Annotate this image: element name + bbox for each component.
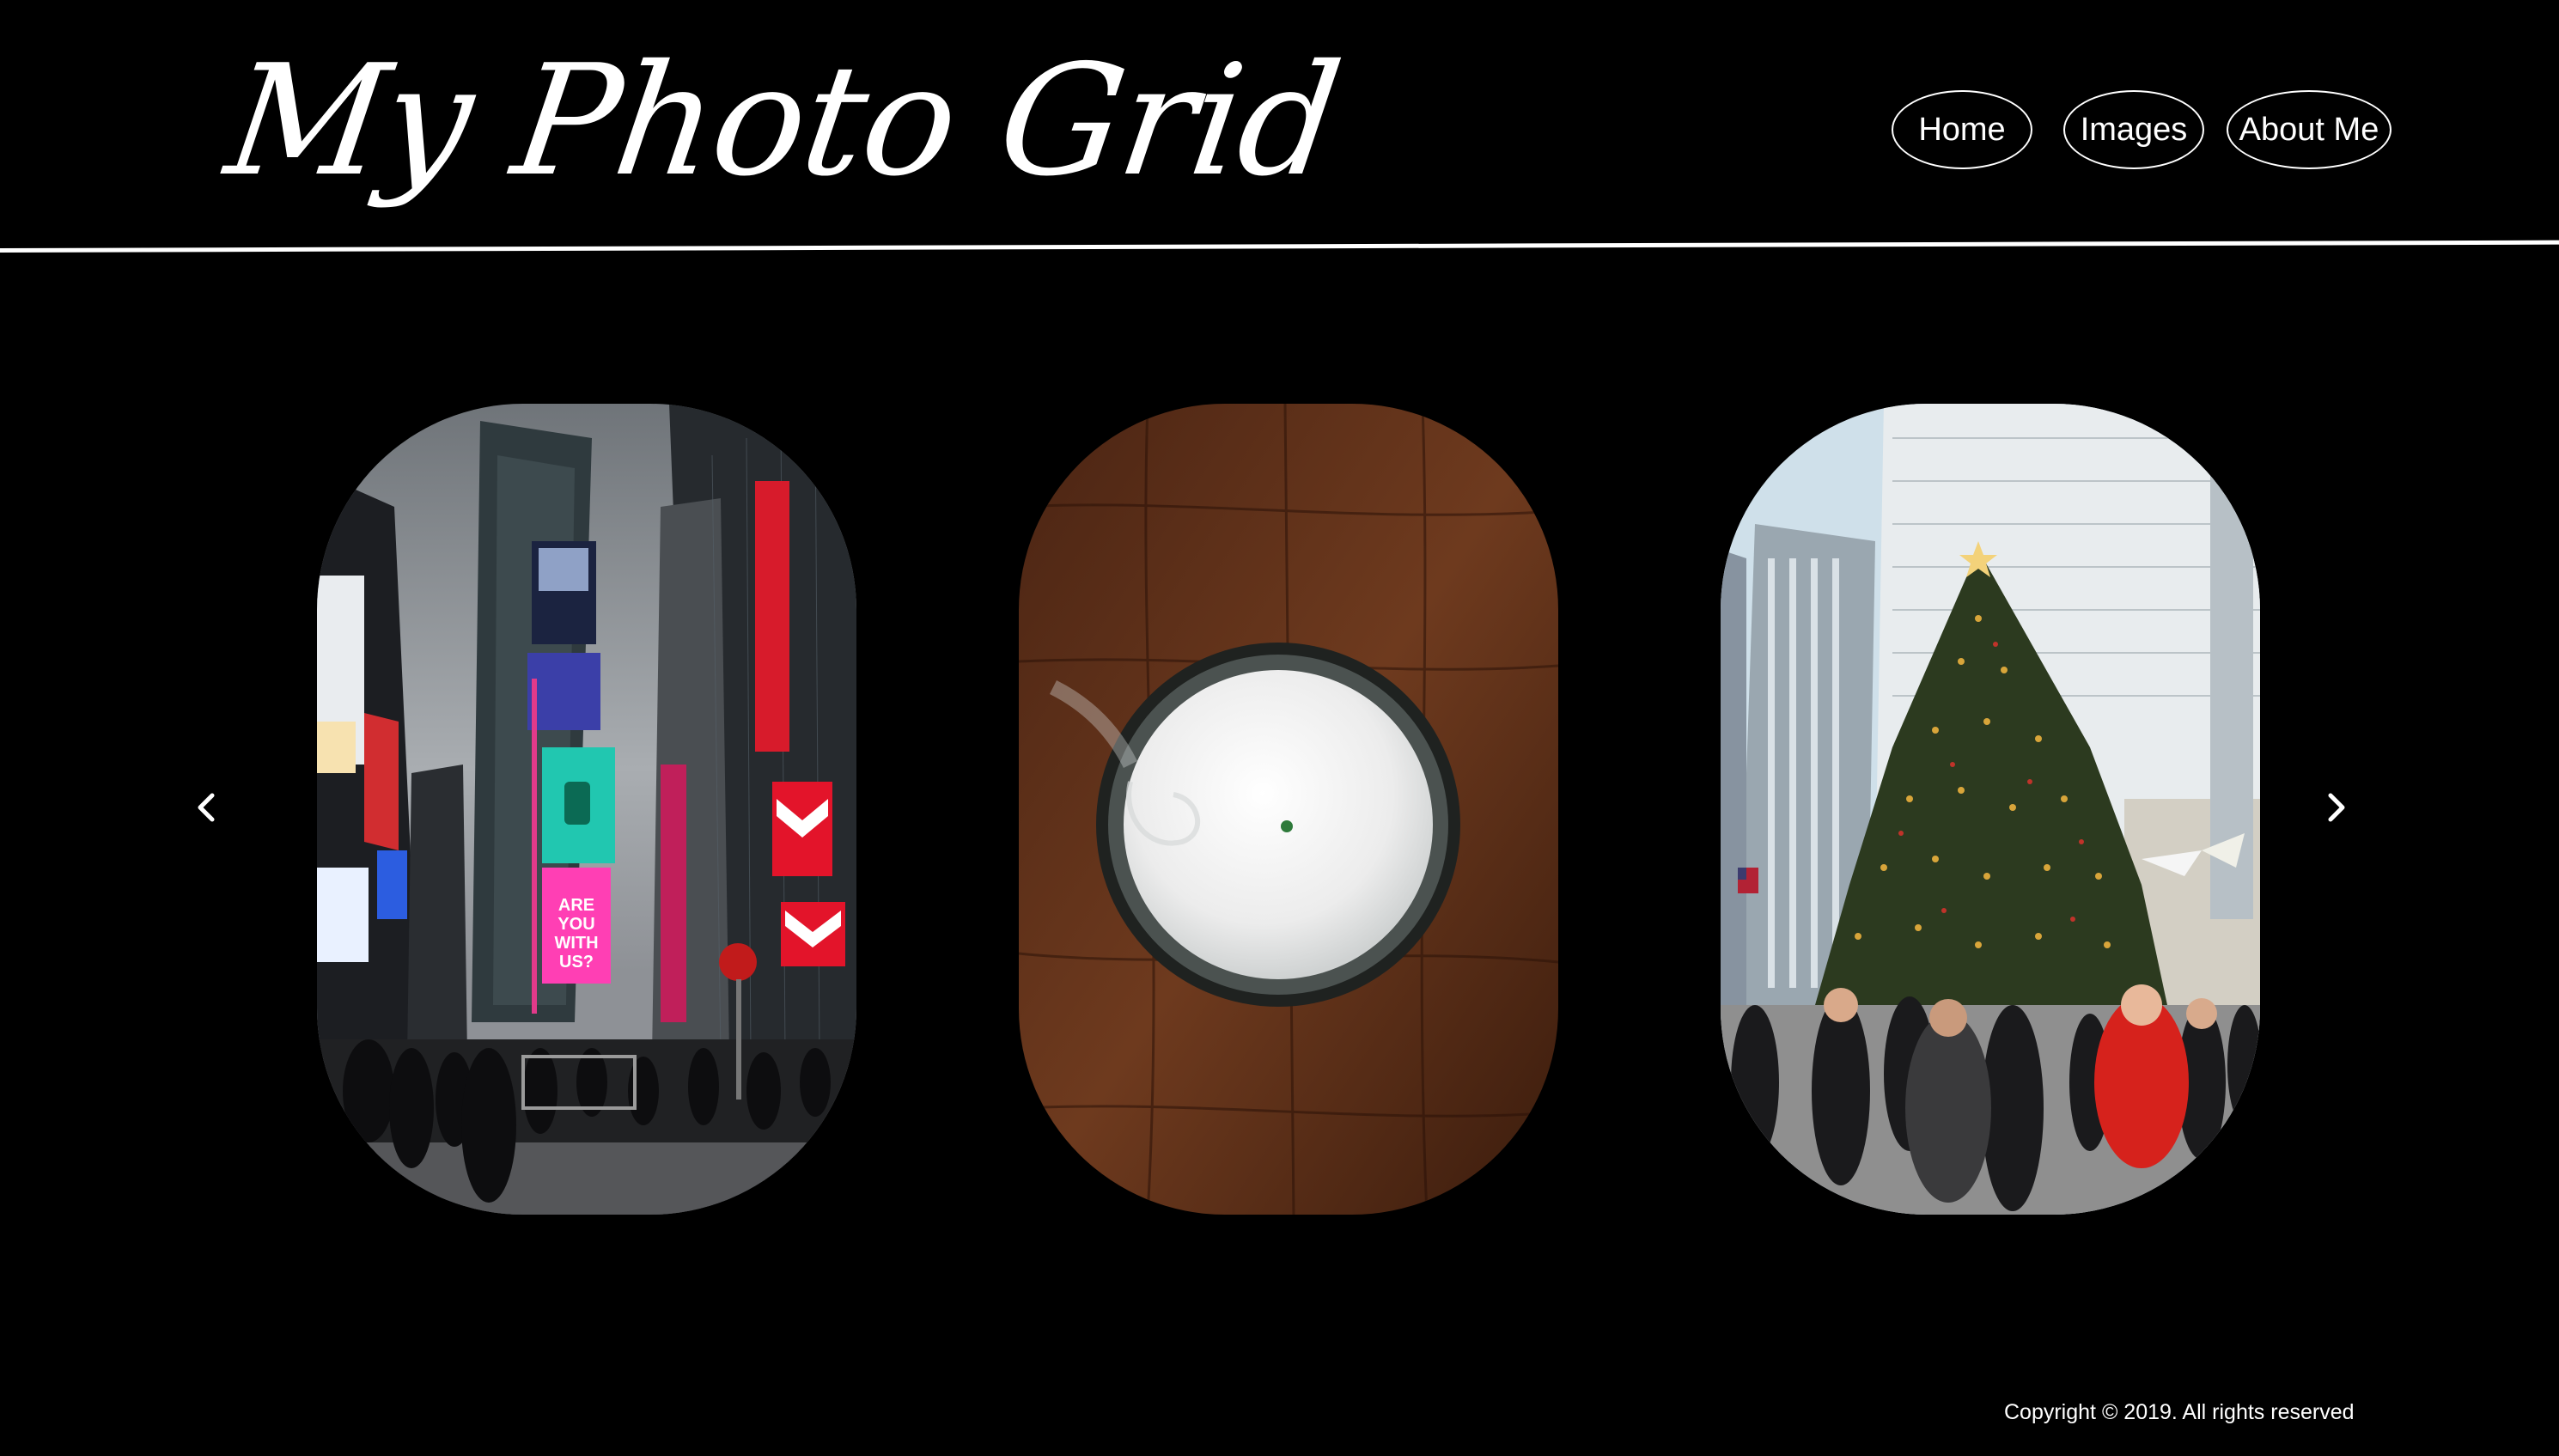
carousel-prev-button[interactable] xyxy=(180,782,232,833)
page: My Photo Grid Home Images About Me ARE Y… xyxy=(0,0,2559,1456)
copyright-text: Copyright © 2019. All rights reserved xyxy=(2004,1400,2355,1424)
carousel-slide-times-square[interactable]: ARE YOU WITH US? xyxy=(317,404,856,1215)
christmas-tree-photo xyxy=(1721,404,2260,1215)
svg-text:ARE: ARE xyxy=(558,896,594,915)
header-divider xyxy=(0,240,2559,253)
candle-photo xyxy=(1019,404,1558,1215)
nav-images-link[interactable]: Images xyxy=(2063,90,2204,169)
carousel-next-button[interactable] xyxy=(2311,782,2362,833)
nav-about-link[interactable]: About Me xyxy=(2227,90,2391,169)
svg-text:US?: US? xyxy=(559,953,594,972)
chevron-right-icon xyxy=(2328,793,2345,822)
svg-text:YOU: YOU xyxy=(557,915,594,934)
carousel-slide-christmas-tree[interactable] xyxy=(1721,404,2260,1215)
svg-text:WITH: WITH xyxy=(554,934,598,953)
nav-home-link[interactable]: Home xyxy=(1892,90,2032,169)
carousel-slide-candle[interactable] xyxy=(1019,404,1558,1215)
times-square-photo: ARE YOU WITH US? xyxy=(317,404,856,1215)
photo-carousel: ARE YOU WITH US? xyxy=(0,404,2559,1215)
chevron-left-icon xyxy=(198,793,215,822)
main-nav: Home Images About Me xyxy=(0,90,2559,173)
